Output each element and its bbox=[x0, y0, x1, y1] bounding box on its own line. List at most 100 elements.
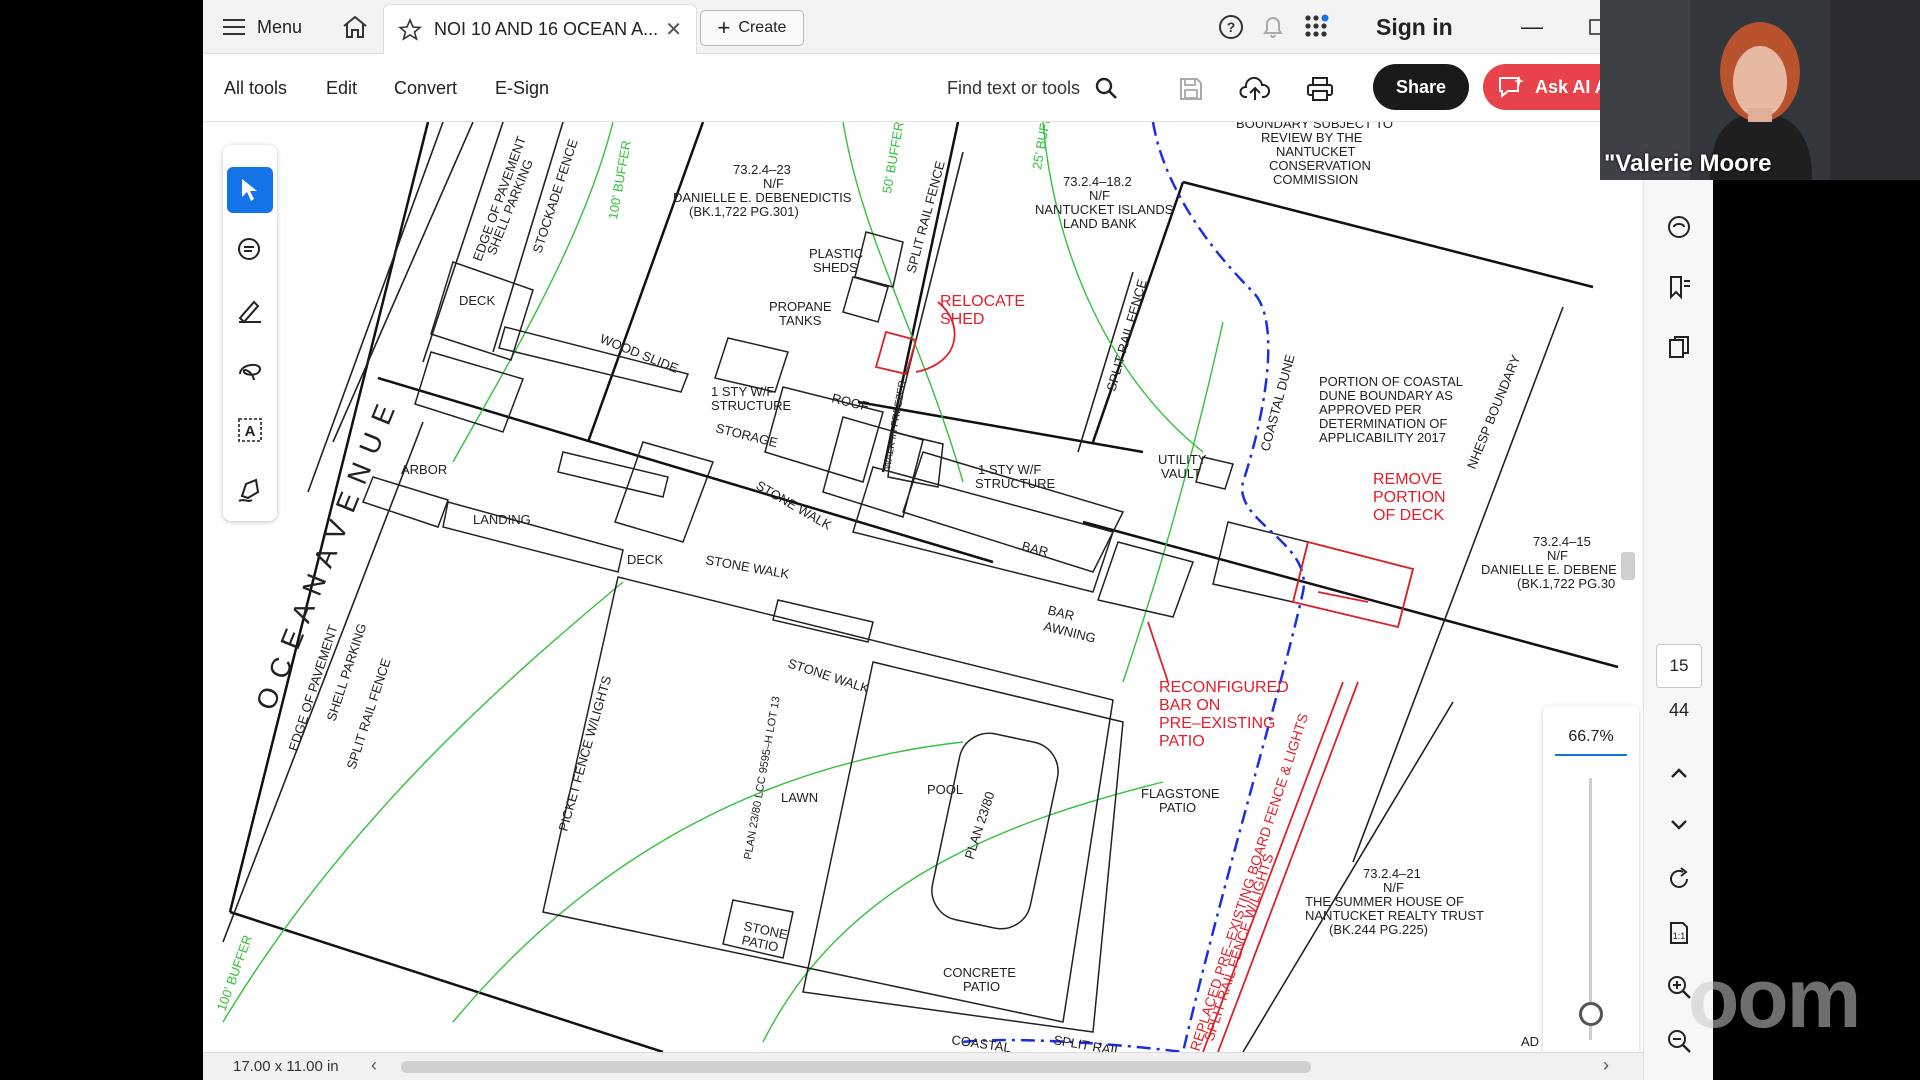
text-tool-button[interactable]: A bbox=[227, 407, 273, 453]
comment-icon bbox=[238, 238, 260, 260]
bookmarks-icon[interactable] bbox=[1658, 266, 1700, 308]
label-boundary-subject: NANTUCKET bbox=[1276, 144, 1356, 159]
find-text-or-tools[interactable]: Find text or tools bbox=[947, 68, 1118, 108]
label-owner-21: NANTUCKET REALTY TRUST bbox=[1305, 908, 1484, 923]
label-concrete-patio: CONCRETE bbox=[943, 965, 1016, 980]
label-split-rail-fence: SPLIT RAIL FENCE bbox=[903, 159, 947, 275]
doc-tab-title: NOI 10 AND 16 OCEAN A... bbox=[434, 19, 659, 39]
fit-page-icon[interactable]: 1:1 bbox=[1658, 912, 1700, 954]
svg-text:A: A bbox=[245, 423, 256, 440]
label-reconfigured-bar: PATIO bbox=[1159, 733, 1205, 750]
create-label: Create bbox=[738, 19, 787, 36]
label-ad: AD bbox=[1521, 1034, 1539, 1049]
acrobat-window: Menu NOI 10 AND 16 OCEAN A... ✕ + Create… bbox=[203, 0, 1713, 1080]
label-structure: STRUCTURE bbox=[711, 398, 791, 413]
notifications-bell-icon[interactable] bbox=[1261, 0, 1285, 54]
label-owner-18: NANTUCKET ISLANDS bbox=[1035, 202, 1174, 217]
sign-tool-button[interactable] bbox=[227, 467, 273, 513]
label-nf: N/F bbox=[1383, 880, 1404, 895]
menu-button[interactable]: Menu bbox=[223, 0, 302, 54]
zoom-slider-handle[interactable] bbox=[1579, 1001, 1603, 1026]
label-owner-15: DANIELLE E. DEBENE bbox=[1481, 562, 1617, 577]
save-icon[interactable] bbox=[1174, 72, 1208, 106]
select-tool-button[interactable] bbox=[227, 167, 273, 213]
label-nf: N/F bbox=[763, 176, 784, 191]
tab-document[interactable]: NOI 10 AND 16 OCEAN A... ✕ bbox=[383, 4, 697, 54]
right-side-rail: 15 44 1:1 bbox=[1643, 122, 1713, 1080]
menu-esign[interactable]: E-Sign bbox=[495, 54, 549, 122]
find-label: Find text or tools bbox=[947, 77, 1081, 98]
label-stone-walk: STONE WALK bbox=[754, 478, 835, 533]
participant-video-tile[interactable]: "Valerie Moore bbox=[1600, 0, 1920, 180]
label-walk-in-freezer: WALK IN FREEZER bbox=[882, 380, 908, 471]
label-nhesp-boundary: NHESP BOUNDARY bbox=[1464, 352, 1524, 471]
label-split-rail: SPLIT RAIL bbox=[1052, 1032, 1122, 1052]
label-storage: STORAGE bbox=[714, 420, 779, 450]
zoom-percentage-input[interactable]: 66.7% bbox=[1555, 728, 1627, 756]
menu-convert[interactable]: Convert bbox=[394, 54, 457, 122]
label-deck: DECK bbox=[627, 552, 663, 567]
cloud-upload-icon[interactable] bbox=[1238, 72, 1272, 106]
label-nf: N/F bbox=[1547, 548, 1568, 563]
label-lawn: LAWN bbox=[781, 790, 818, 805]
draw-tool-button[interactable] bbox=[227, 347, 273, 393]
home-button[interactable] bbox=[335, 0, 375, 54]
page-size-label: 17.00 x 11.00 in bbox=[233, 1058, 339, 1075]
close-tab-icon[interactable]: ✕ bbox=[665, 17, 682, 42]
document-canvas[interactable]: O C E A N A V E N U E 73.2.4–23 N/F DANI… bbox=[203, 122, 1643, 1052]
label-utility-vault: UTILITY bbox=[1158, 452, 1207, 467]
rotate-icon[interactable] bbox=[1658, 858, 1700, 900]
label-reconfigured-bar: PRE–EXISTING bbox=[1159, 715, 1275, 732]
help-icon[interactable]: ? bbox=[1218, 0, 1244, 54]
label-utility-vault: VAULT bbox=[1161, 466, 1201, 481]
zoom-slider-track[interactable] bbox=[1589, 778, 1592, 1040]
minimize-window-icon[interactable]: — bbox=[1521, 0, 1543, 54]
vertical-scrollbar-thumb[interactable] bbox=[1621, 552, 1635, 580]
create-button[interactable]: + Create bbox=[700, 10, 804, 46]
ask-ai-label: Ask AI A bbox=[1535, 76, 1608, 97]
menu-edit[interactable]: Edit bbox=[326, 54, 357, 122]
label-propane: PROPANE bbox=[769, 299, 832, 314]
ai-assistant-icon bbox=[1499, 76, 1524, 99]
highlight-tool-button[interactable] bbox=[227, 287, 273, 333]
previous-page-chevron-up-icon[interactable] bbox=[1658, 752, 1700, 794]
label-buffer-25: 25' BUFFER bbox=[1029, 122, 1056, 171]
plan-text-labels: O C E A N A V E N U E 73.2.4–23 N/F DANI… bbox=[214, 122, 1617, 1052]
next-page-chevron-down-icon[interactable] bbox=[1658, 804, 1700, 846]
site-plan-drawing: O C E A N A V E N U E 73.2.4–23 N/F DANI… bbox=[214, 122, 1619, 1052]
apps-grid-icon[interactable] bbox=[1303, 0, 1331, 54]
main-toolbar: All tools Edit Convert E-Sign Find text … bbox=[203, 54, 1713, 122]
label-book-15: (BK.1,722 PG.30 bbox=[1517, 576, 1615, 591]
add-comment-button[interactable] bbox=[227, 227, 273, 273]
horizontal-scrollbar-thumb[interactable] bbox=[401, 1061, 1311, 1073]
label-structure: 1 STY W/F bbox=[978, 462, 1041, 477]
star-icon[interactable] bbox=[398, 17, 422, 42]
current-page-input[interactable]: 15 bbox=[1656, 644, 1702, 688]
label-book-21: (BK.244 PG.225) bbox=[1329, 922, 1428, 937]
comments-panel-icon[interactable] bbox=[1658, 206, 1700, 248]
print-icon[interactable] bbox=[1303, 72, 1337, 106]
label-boundary-subject: COMMISSION bbox=[1273, 172, 1358, 187]
share-button[interactable]: Share bbox=[1373, 64, 1469, 110]
label-pool: POOL bbox=[927, 782, 963, 797]
label-reconfigured-bar: RECONFIGURED bbox=[1159, 679, 1289, 696]
text-box-icon: A bbox=[238, 418, 262, 442]
label-portion-coastal-dune: DETERMINATION OF bbox=[1319, 416, 1447, 431]
label-flagstone-patio: PATIO bbox=[1159, 800, 1196, 815]
menu-all-tools[interactable]: All tools bbox=[224, 54, 287, 122]
label-stone-walk: STONE WALK bbox=[786, 656, 871, 696]
status-bar: 17.00 x 11.00 in ‹ › bbox=[203, 1052, 1643, 1080]
label-structure: 1 STY W/F bbox=[711, 384, 774, 399]
page-thumbnails-icon[interactable] bbox=[1658, 326, 1700, 368]
label-landing: LANDING bbox=[473, 512, 531, 527]
label-flagstone-patio: FLAGSTONE bbox=[1141, 786, 1220, 801]
label-plastic-sheds: PLASTIC bbox=[809, 246, 863, 261]
scroll-right-chevron-icon[interactable]: › bbox=[1603, 1055, 1609, 1076]
label-portion-coastal-dune: APPROVED PER bbox=[1319, 402, 1422, 417]
label-propane: TANKS bbox=[779, 313, 822, 328]
svg-text:?: ? bbox=[1227, 19, 1236, 35]
scroll-left-chevron-icon[interactable]: ‹ bbox=[371, 1055, 377, 1076]
freehand-draw-icon bbox=[239, 363, 262, 381]
tab-bar: Menu NOI 10 AND 16 OCEAN A... ✕ + Create… bbox=[203, 0, 1713, 54]
sign-in-button[interactable]: Sign in bbox=[1376, 0, 1453, 54]
